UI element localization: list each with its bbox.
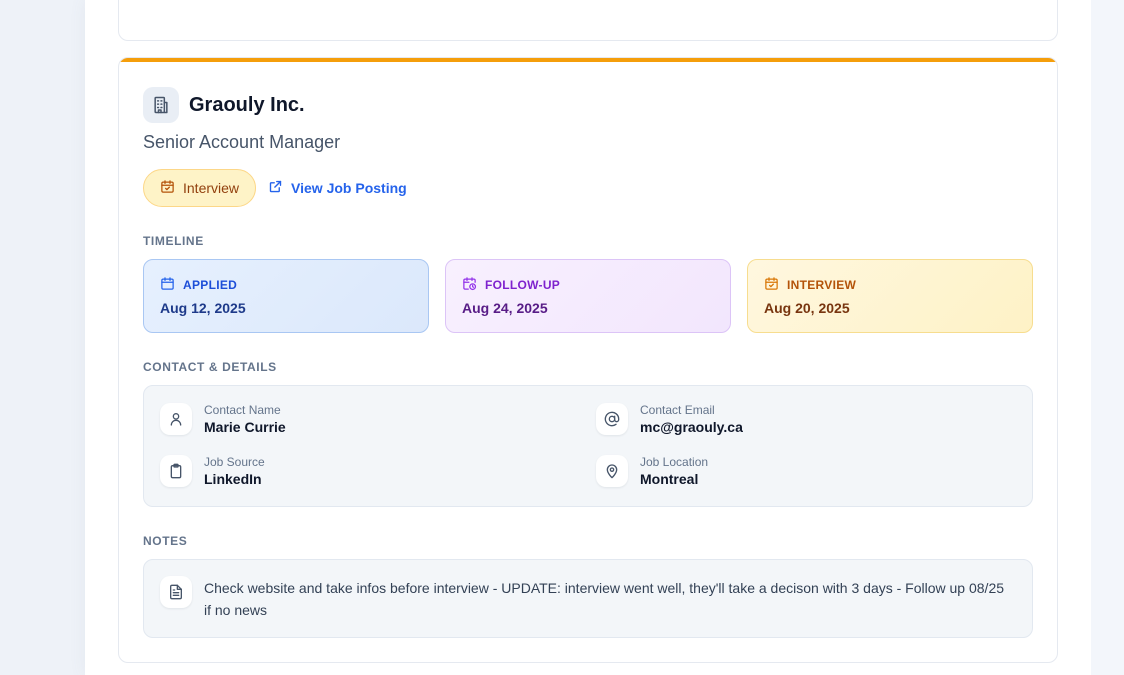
contact-email-value[interactable]: mc@graouly.ca: [640, 419, 743, 435]
timeline-interview: INTERVIEW Aug 20, 2025: [747, 259, 1033, 333]
calendar-clock-icon: [462, 276, 477, 294]
details-heading: CONTACT & DETAILS: [143, 360, 277, 374]
notes-panel: Check website and take infos before inte…: [143, 559, 1033, 638]
timeline-applied-label: APPLIED: [183, 278, 238, 292]
job-location-field: Job Location Montreal: [596, 455, 708, 487]
timeline-interview-date: Aug 20, 2025: [764, 300, 850, 316]
job-title: Senior Account Manager: [143, 132, 341, 152]
clipboard-icon: [160, 455, 192, 487]
job-location-label: Job Location: [640, 455, 709, 469]
view-job-posting-label: View Job Posting: [291, 180, 407, 196]
contact-email-field: Contact Email mc@graouly.ca: [596, 403, 743, 435]
contact-name-value: Marie Currie: [204, 419, 286, 435]
job-source-field: Job Source LinkedIn: [160, 455, 265, 487]
file-text-icon: [160, 576, 192, 608]
previous-application-card: [118, 0, 1058, 41]
at-icon: [596, 403, 628, 435]
map-pin-icon: [596, 455, 628, 487]
timeline-follow-up: FOLLOW-UP Aug 24, 2025: [445, 259, 731, 333]
timeline-interview-label: INTERVIEW: [787, 278, 857, 292]
status-label: Interview: [183, 180, 240, 196]
external-link-icon: [268, 179, 283, 197]
company-name: Graouly Inc.: [189, 93, 305, 116]
job-source-label: Job Source: [204, 455, 265, 469]
contact-name-field: Contact Name Marie Currie: [160, 403, 286, 435]
application-card: Graouly Inc. Senior Account Manager Inte…: [118, 57, 1058, 663]
timeline-follow-up-label: FOLLOW-UP: [485, 278, 561, 292]
building-icon: [143, 87, 179, 123]
company-header: Graouly Inc.: [143, 87, 305, 123]
calendar-check-icon: [764, 276, 779, 294]
view-job-posting-link[interactable]: View Job Posting: [268, 179, 407, 197]
calendar-check-icon: [160, 179, 175, 197]
user-icon: [160, 403, 192, 435]
notes-heading: NOTES: [143, 534, 188, 548]
status-accent-bar: [119, 58, 1057, 62]
status-badge[interactable]: Interview: [143, 169, 257, 207]
job-location-value: Montreal: [640, 471, 699, 487]
contact-email-label: Contact Email: [640, 403, 715, 417]
timeline: APPLIED Aug 12, 2025 FOLLOW-UP Aug 24, 2…: [143, 259, 1033, 333]
timeline-heading: TIMELINE: [143, 234, 204, 248]
notes-text: Check website and take infos before inte…: [204, 580, 1005, 618]
right-backdrop: [1091, 0, 1124, 675]
timeline-applied: APPLIED Aug 12, 2025: [143, 259, 429, 333]
status-row: Interview View Job Posting: [143, 169, 407, 207]
contact-name-label: Contact Name: [204, 403, 281, 417]
calendar-icon: [160, 276, 175, 294]
details-panel: Contact Name Marie Currie Contact Email …: [143, 385, 1033, 507]
timeline-applied-date: Aug 12, 2025: [160, 300, 246, 316]
timeline-follow-up-date: Aug 24, 2025: [462, 300, 548, 316]
job-source-value: LinkedIn: [204, 471, 262, 487]
